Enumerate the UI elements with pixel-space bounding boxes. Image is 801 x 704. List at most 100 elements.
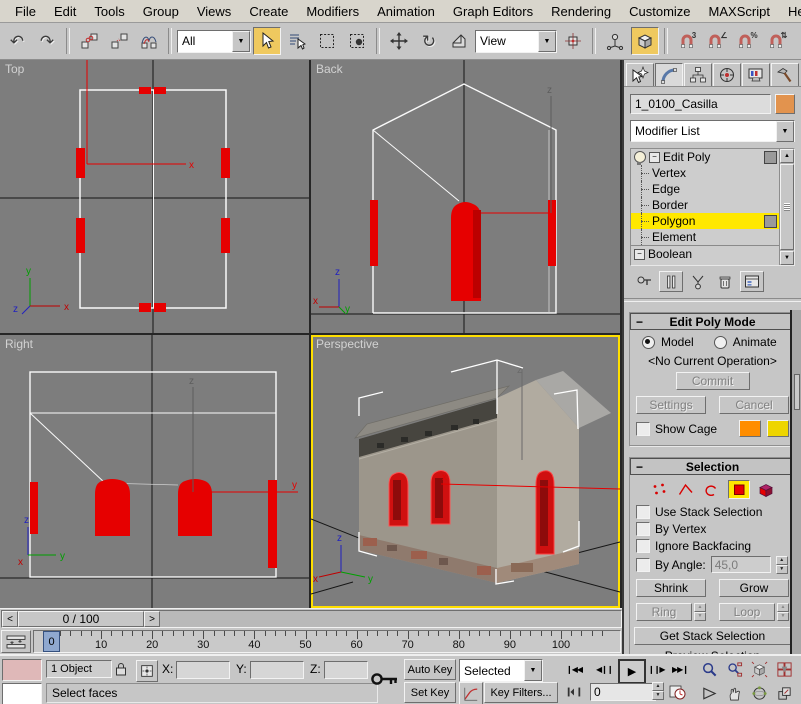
stack-item-polygon[interactable]: Polygon	[631, 213, 794, 229]
viewport-right[interactable]: Right y z	[0, 335, 309, 608]
cage-color-swatch-1[interactable]	[739, 420, 761, 437]
key-mode-toggle-button[interactable]	[566, 684, 582, 703]
right-viewport-canvas[interactable]: y z z y x	[0, 335, 309, 608]
stack-item-boolean[interactable]: −Boolean	[631, 245, 794, 262]
bind-to-space-warp-button[interactable]	[135, 27, 163, 55]
menu-maxscript[interactable]: MAXScript	[700, 2, 779, 21]
stack-item-element[interactable]: Element	[631, 229, 794, 245]
tab-display[interactable]	[742, 63, 770, 86]
go-to-start-button[interactable]: ❙◀◀	[566, 665, 582, 674]
set-keys-button[interactable]	[370, 669, 400, 692]
pin-stack-button[interactable]	[632, 271, 656, 292]
scroll-down-icon[interactable]: ▼	[780, 251, 794, 265]
listener-macro-row[interactable]	[2, 659, 42, 681]
previous-frame-button[interactable]: ◀❙❙	[596, 665, 613, 674]
viewport-back[interactable]: Back z z	[311, 60, 620, 333]
menu-modifiers[interactable]: Modifiers	[297, 2, 368, 21]
default-tangents-button[interactable]	[459, 682, 483, 704]
object-color-swatch[interactable]	[775, 94, 795, 114]
expand-icon[interactable]: −	[649, 152, 660, 163]
reference-coordinate-system-dropdown[interactable]: View ▼	[475, 30, 557, 53]
viewport-perspective[interactable]: Perspective	[311, 335, 620, 608]
zoom-extents-button[interactable]	[748, 658, 770, 680]
animate-radio[interactable]	[714, 336, 727, 349]
select-and-scale-button[interactable]	[445, 27, 473, 55]
use-pivot-point-center-button[interactable]	[559, 27, 587, 55]
polygon-mode-button[interactable]	[728, 480, 750, 499]
selection-header[interactable]: − Selection	[630, 458, 795, 475]
menu-animation[interactable]: Animation	[368, 2, 444, 21]
tab-create[interactable]	[626, 63, 654, 86]
model-radio[interactable]	[642, 336, 655, 349]
open-mini-curve-editor-button[interactable]	[1, 630, 31, 653]
by-angle-spinner[interactable]: ▲▼	[776, 556, 788, 573]
chevron-down-icon[interactable]: ▼	[776, 121, 794, 142]
tab-hierarchy[interactable]	[684, 63, 712, 86]
menu-views[interactable]: Views	[188, 2, 240, 21]
snap-3d-toggle-button[interactable]: 3	[673, 27, 701, 55]
zoom-all-button[interactable]	[723, 658, 745, 680]
by-angle-checkbox[interactable]	[636, 558, 650, 572]
go-to-end-button[interactable]: ▶▶❙	[672, 665, 688, 674]
menu-file[interactable]: File	[6, 2, 45, 21]
window-crossing-toggle-button[interactable]	[343, 27, 371, 55]
absolute-offset-toggle[interactable]	[136, 660, 158, 682]
stack-color-swatch[interactable]	[764, 215, 777, 228]
expand-icon[interactable]: −	[634, 249, 645, 260]
current-frame-field[interactable]: 0	[590, 683, 656, 701]
percent-snap-toggle-button[interactable]: %	[733, 27, 761, 55]
select-by-name-button[interactable]	[283, 27, 311, 55]
redo-button[interactable]: ↷	[33, 27, 61, 55]
undo-button[interactable]: ↶	[3, 27, 31, 55]
set-key-button[interactable]: Set Key	[404, 682, 456, 703]
chevron-down-icon[interactable]: ▼	[524, 660, 542, 681]
select-and-rotate-button[interactable]: ↻	[415, 27, 443, 55]
select-and-move-button[interactable]	[385, 27, 413, 55]
loop-button[interactable]: Loop	[719, 603, 775, 621]
edit-poly-mode-header[interactable]: − Edit Poly Mode	[630, 313, 795, 330]
chevron-down-icon[interactable]: ▼	[232, 31, 250, 52]
stack-item-edit-poly[interactable]: −Edit Poly	[631, 149, 794, 165]
unlink-selection-button[interactable]	[105, 27, 133, 55]
modifier-list-dropdown[interactable]: Modifier List ▼	[630, 120, 795, 142]
ring-button[interactable]: Ring	[636, 603, 692, 621]
time-configuration-button[interactable]	[668, 683, 686, 704]
stack-item-edge[interactable]: Edge	[631, 181, 794, 197]
object-name-field[interactable]: 1_0100_Casilla	[630, 94, 771, 114]
panel-scroll-thumb[interactable]	[794, 374, 800, 410]
scroll-up-icon[interactable]: ▲	[780, 149, 794, 163]
vertex-mode-button[interactable]	[650, 481, 670, 498]
stack-item-border[interactable]: Border	[631, 197, 794, 213]
menu-group[interactable]: Group	[134, 2, 188, 21]
tab-motion[interactable]	[713, 63, 741, 86]
cage-color-swatch-2[interactable]	[767, 420, 789, 437]
by-angle-field[interactable]: 45,0	[711, 556, 771, 573]
stack-scrollbar[interactable]: ▲ ▼	[779, 149, 794, 265]
previous-frame-arrow[interactable]: <	[2, 611, 18, 627]
select-and-manipulate-button[interactable]	[601, 27, 629, 55]
field-of-view-button[interactable]	[698, 682, 720, 704]
menu-graph-editors[interactable]: Graph Editors	[444, 2, 542, 21]
selection-filter-dropdown[interactable]: All ▼	[177, 30, 251, 53]
perspective-viewport-canvas[interactable]: z x z	[311, 335, 620, 608]
use-stack-selection-checkbox[interactable]	[636, 505, 650, 519]
show-cage-checkbox[interactable]	[636, 422, 650, 436]
back-viewport-canvas[interactable]: z z x y	[311, 60, 620, 333]
x-coordinate-field[interactable]	[176, 661, 230, 679]
select-object-button[interactable]	[253, 27, 281, 55]
commit-button[interactable]: Commit	[676, 372, 750, 390]
show-end-result-button[interactable]	[659, 271, 683, 292]
next-frame-button[interactable]: ❙❙▶	[648, 665, 665, 674]
chevron-down-icon[interactable]: ▼	[538, 31, 556, 52]
key-mode-dropdown[interactable]: Selected ▼	[459, 659, 543, 682]
snaps-toggle-button[interactable]	[631, 27, 659, 55]
maxscript-mini-listener[interactable]	[2, 659, 42, 704]
track-ruler[interactable]: 0 0102030405060708090100	[33, 630, 621, 653]
viewport-top[interactable]: Top	[0, 60, 309, 333]
z-coordinate-field[interactable]	[324, 661, 368, 679]
auto-key-button[interactable]: Auto Key	[404, 659, 456, 680]
y-coordinate-field[interactable]	[250, 661, 304, 679]
zoom-extents-all-button[interactable]	[773, 658, 795, 680]
panel-scrollbar[interactable]	[790, 310, 801, 654]
zoom-button[interactable]	[698, 658, 720, 680]
